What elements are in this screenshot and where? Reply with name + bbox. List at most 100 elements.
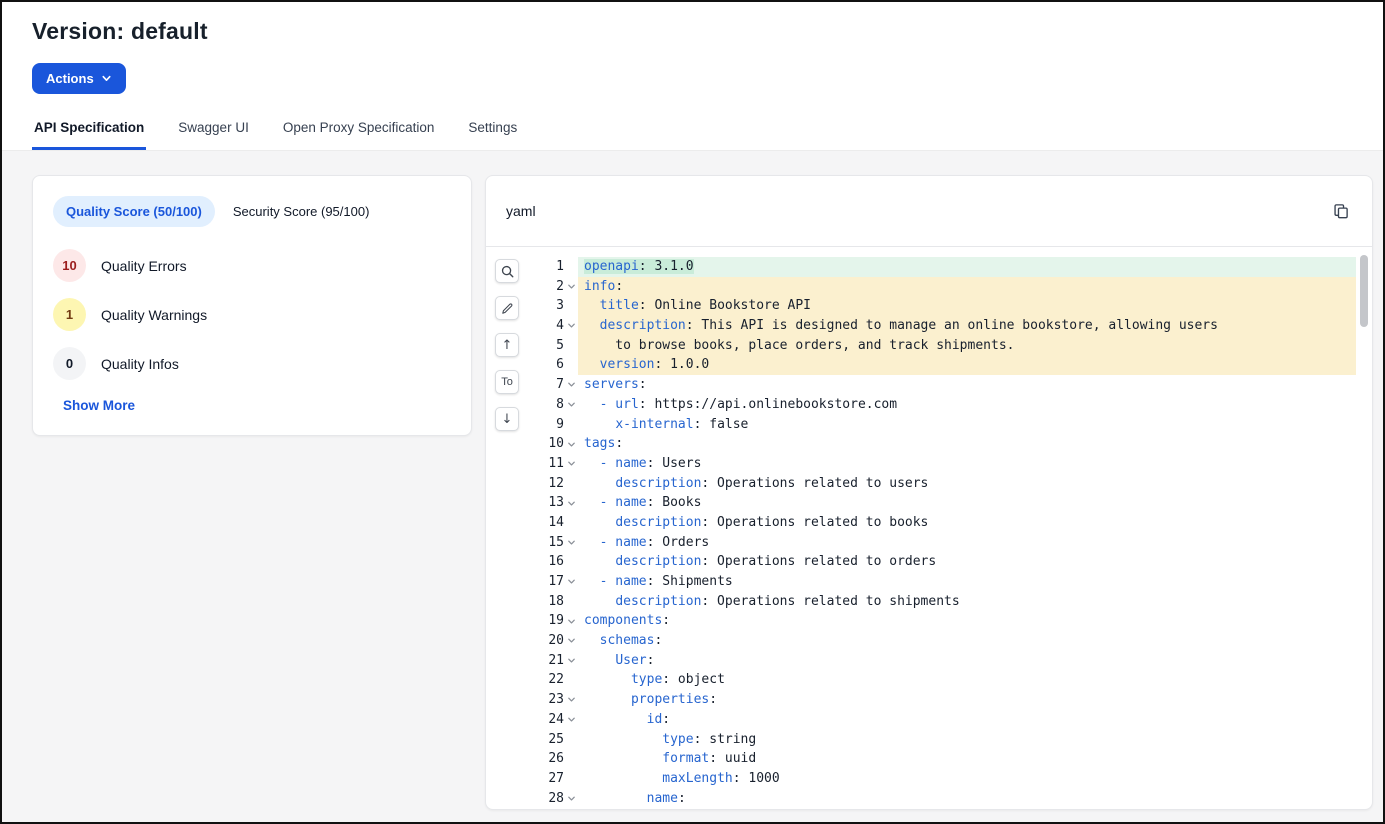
code-line[interactable]: 25 type: string [528, 730, 1356, 750]
code-line[interactable]: 3 title: Online Bookstore API [528, 296, 1356, 316]
line-gutter: 3 [528, 296, 578, 316]
code-token [584, 692, 631, 707]
code-token [584, 515, 615, 530]
code-line[interactable]: 2info: [528, 277, 1356, 297]
code-line[interactable]: 14 description: Operations related to bo… [528, 513, 1356, 533]
line-number: 4 [556, 316, 564, 336]
fold-chevron-icon[interactable] [564, 375, 578, 395]
fold-chevron-icon[interactable] [564, 493, 578, 513]
security-score-tab[interactable]: Security Score (95/100) [233, 204, 370, 219]
quality-count-badge: 1 [53, 298, 86, 331]
code-token: components [584, 613, 662, 628]
fold-chevron-icon[interactable] [564, 572, 578, 592]
line-gutter: 26 [528, 749, 578, 769]
code-text: - name: Orders [578, 533, 1356, 553]
code-line[interactable]: 21 User: [528, 651, 1356, 671]
editor-tool-goto[interactable]: To [495, 370, 519, 394]
line-number: 6 [556, 355, 564, 375]
code-line[interactable]: 15 - name: Orders [528, 533, 1356, 553]
code-line[interactable]: 23 properties: [528, 690, 1356, 710]
code-token: title [600, 298, 639, 313]
code-line[interactable]: 1openapi: 3.1.0 [528, 257, 1356, 277]
quality-score-tab[interactable]: Quality Score (50/100) [53, 196, 215, 227]
code-line[interactable]: 5 to browse books, place orders, and tra… [528, 336, 1356, 356]
code-line[interactable]: 27 maxLength: 1000 [528, 769, 1356, 789]
code-line[interactable]: 22 type: object [528, 670, 1356, 690]
code-line[interactable]: 26 format: uuid [528, 749, 1356, 769]
search-icon [500, 264, 515, 279]
editor-tool-edit[interactable] [495, 296, 519, 320]
code-line[interactable]: 4 description: This API is designed to m… [528, 316, 1356, 336]
code-line[interactable]: 24 id: [528, 710, 1356, 730]
line-gutter: 19 [528, 611, 578, 631]
code-line[interactable]: 9 x-internal: false [528, 415, 1356, 435]
fold-slot-empty [564, 474, 578, 494]
fold-chevron-icon[interactable] [564, 434, 578, 454]
code-line[interactable]: 20 schemas: [528, 631, 1356, 651]
code-token [584, 594, 615, 609]
code-line[interactable]: 12 description: Operations related to us… [528, 474, 1356, 494]
code-line[interactable]: 11 - name: Users [528, 454, 1356, 474]
fold-chevron-icon[interactable] [564, 277, 578, 297]
fold-chevron-icon[interactable] [564, 395, 578, 415]
fold-chevron-icon[interactable] [564, 710, 578, 730]
code-token: : Operations related to shipments [701, 594, 959, 609]
tab-api-specification[interactable]: API Specification [32, 120, 146, 150]
code-token [584, 476, 615, 491]
show-more-link[interactable]: Show More [63, 398, 135, 413]
code-text: - name: Users [578, 454, 1356, 474]
fold-chevron-icon[interactable] [564, 631, 578, 651]
line-gutter: 24 [528, 710, 578, 730]
line-gutter: 27 [528, 769, 578, 789]
code-line[interactable]: 18 description: Operations related to sh… [528, 592, 1356, 612]
code-line[interactable]: 6 version: 1.0.0 [528, 355, 1356, 375]
code-token: version [600, 357, 655, 372]
code-token [584, 732, 662, 747]
scrollbar-thumb[interactable] [1360, 255, 1368, 327]
actions-button[interactable]: Actions [32, 63, 126, 94]
code-token: openapi [584, 259, 639, 274]
code-token: - name [600, 495, 647, 510]
editor-tool-search[interactable] [495, 259, 519, 283]
fold-chevron-icon[interactable] [564, 651, 578, 671]
fold-slot-empty [564, 769, 578, 789]
code-line[interactable]: 19components: [528, 611, 1356, 631]
line-number: 19 [548, 611, 564, 631]
code-line[interactable]: 10tags: [528, 434, 1356, 454]
code-text: format: uuid [578, 749, 1356, 769]
line-number: 9 [556, 415, 564, 435]
editor-tool-next-change[interactable]: ↓ [495, 407, 519, 431]
tab-swagger-ui[interactable]: Swagger UI [176, 120, 251, 150]
code-line[interactable]: 13 - name: Books [528, 493, 1356, 513]
quality-item-quality-infos: 0Quality Infos [53, 347, 451, 380]
line-number: 13 [548, 493, 564, 513]
code-token [584, 298, 600, 313]
fold-chevron-icon[interactable] [564, 690, 578, 710]
line-gutter: 23 [528, 690, 578, 710]
fold-slot-empty [564, 355, 578, 375]
code-token [584, 495, 600, 510]
code-line[interactable]: 16 description: Operations related to or… [528, 552, 1356, 572]
code-line[interactable]: 28 name: [528, 789, 1356, 809]
fold-chevron-icon[interactable] [564, 316, 578, 336]
fold-chevron-icon[interactable] [564, 533, 578, 553]
tab-settings[interactable]: Settings [466, 120, 519, 150]
fold-chevron-icon[interactable] [564, 454, 578, 474]
quality-item-label: Quality Infos [101, 356, 179, 372]
actions-button-label: Actions [46, 71, 94, 86]
editor-scrollbar[interactable] [1360, 255, 1368, 803]
fold-slot-empty [564, 257, 578, 277]
fold-chevron-icon[interactable] [564, 611, 578, 631]
code-line[interactable]: 17 - name: Shipments [528, 572, 1356, 592]
editor-tool-previous-change[interactable]: ↑ [495, 333, 519, 357]
code-line[interactable]: 8 - url: https://api.onlinebookstore.com [528, 395, 1356, 415]
line-gutter: 4 [528, 316, 578, 336]
fold-chevron-icon[interactable] [564, 789, 578, 809]
code-token: : https://api.onlinebookstore.com [639, 397, 897, 412]
code-token [584, 712, 647, 727]
code-area[interactable]: 1openapi: 3.1.02info:3 title: Online Boo… [528, 255, 1356, 809]
tab-open-proxy-specification[interactable]: Open Proxy Specification [281, 120, 437, 150]
arrow-down-icon: ↓ [502, 413, 513, 426]
copy-icon[interactable] [1330, 200, 1352, 222]
code-line[interactable]: 7servers: [528, 375, 1356, 395]
